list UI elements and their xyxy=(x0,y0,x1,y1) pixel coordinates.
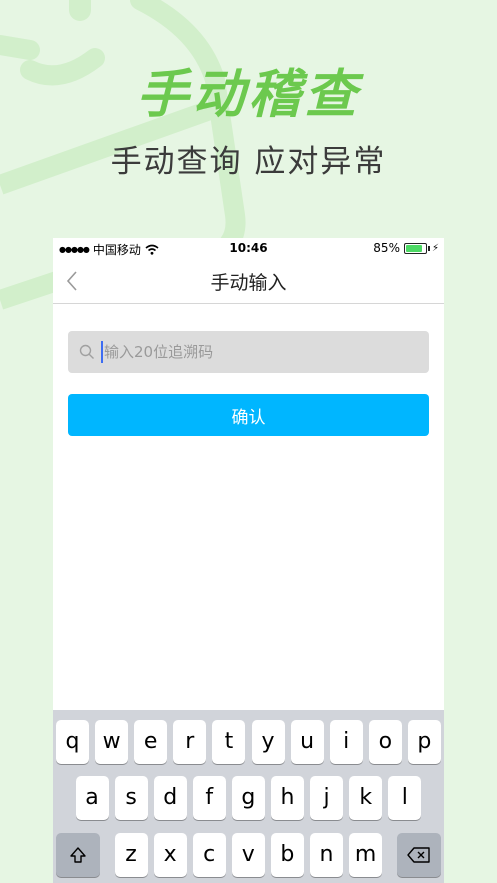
charging-icon: ⚡ xyxy=(431,242,439,254)
key-e[interactable]: e xyxy=(134,720,168,764)
key-u[interactable]: u xyxy=(290,720,324,764)
key-q[interactable]: q xyxy=(56,720,89,764)
key-g[interactable]: g xyxy=(231,776,265,820)
backspace-icon xyxy=(407,847,430,863)
search-icon xyxy=(79,344,94,359)
key-s[interactable]: s xyxy=(114,776,148,820)
hero-title: 手动稽查 xyxy=(136,64,361,125)
text-caret xyxy=(101,341,103,363)
key-x[interactable]: x xyxy=(153,833,187,877)
key-h[interactable]: h xyxy=(271,776,304,820)
keyboard: qwertyuiop asdfghjkl zxcvbnm xyxy=(53,710,444,883)
status-right: 85% ⚡ xyxy=(373,241,439,255)
key-k[interactable]: k xyxy=(349,776,383,820)
key-y[interactable]: y xyxy=(251,720,285,764)
navigation-bar: 手动输入 xyxy=(53,258,444,304)
key-j[interactable]: j xyxy=(310,776,344,820)
shift-icon xyxy=(70,847,86,863)
key-v[interactable]: v xyxy=(231,833,265,877)
key-t[interactable]: t xyxy=(212,720,246,764)
key-d[interactable]: d xyxy=(153,776,187,820)
key-r[interactable]: r xyxy=(173,720,207,764)
shift-key[interactable] xyxy=(56,833,100,877)
search-box[interactable] xyxy=(68,331,429,373)
key-f[interactable]: f xyxy=(192,776,226,820)
status-bar: ●●●●● 中国移动 10:46 85% ⚡ xyxy=(53,238,444,258)
key-z[interactable]: z xyxy=(114,833,148,877)
key-c[interactable]: c xyxy=(192,833,226,877)
trace-code-input[interactable] xyxy=(104,331,414,373)
battery-icon xyxy=(403,242,427,254)
key-n[interactable]: n xyxy=(310,833,343,877)
battery-percent: 85% xyxy=(373,241,400,255)
page-title: 手动输入 xyxy=(210,272,287,294)
delete-key[interactable] xyxy=(397,833,441,877)
key-m[interactable]: m xyxy=(349,833,383,877)
confirm-button[interactable]: 确认 xyxy=(68,394,429,436)
key-b[interactable]: b xyxy=(270,833,304,877)
key-p[interactable]: p xyxy=(407,720,441,764)
hero-subtitle: 手动查询 应对异常 xyxy=(110,144,387,180)
key-a[interactable]: a xyxy=(75,776,109,820)
key-o[interactable]: o xyxy=(368,720,402,764)
battery-fill xyxy=(405,244,423,252)
phone-screen: ●●●●● 中国移动 10:46 85% ⚡ 手动输入 输入20位追溯码 确认 … xyxy=(53,238,444,883)
key-w[interactable]: w xyxy=(95,720,129,764)
battery-cap xyxy=(427,245,430,251)
key-i[interactable]: i xyxy=(329,720,363,764)
key-l[interactable]: l xyxy=(388,776,422,820)
